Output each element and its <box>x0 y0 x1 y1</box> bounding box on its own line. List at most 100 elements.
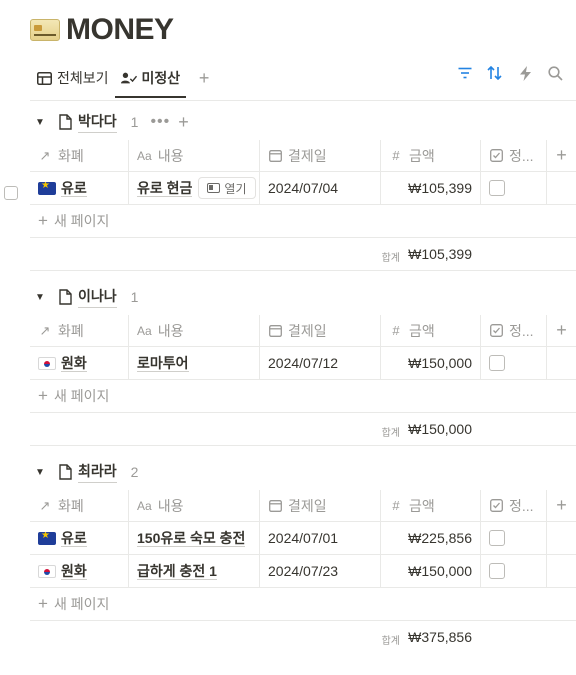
relation-arrow-icon: ↗ <box>39 322 51 338</box>
eu-flag-icon <box>38 181 56 195</box>
column-header-date[interactable]: 결제일 <box>260 140 381 171</box>
sum-row: 합계 ₩375,856 <box>30 621 576 654</box>
column-header-currency[interactable]: ↗ 화폐 <box>30 490 129 521</box>
currency-cell[interactable]: 유로 <box>30 522 129 554</box>
sum-value[interactable]: ₩375,856 <box>408 629 472 645</box>
settled-cell[interactable] <box>481 522 547 554</box>
sum-value[interactable]: ₩150,000 <box>408 421 472 437</box>
group-count: 1 <box>130 289 139 305</box>
column-header-amount[interactable]: # 금액 <box>381 315 481 346</box>
settled-checkbox[interactable] <box>489 180 505 196</box>
table-row[interactable]: 원화 급하게 충전 1 2024/07/23 ₩150,000 <box>30 555 576 588</box>
column-header-date[interactable]: 결제일 <box>260 315 381 346</box>
column-header-amount[interactable]: # 금액 <box>381 140 481 171</box>
empty-cell <box>547 172 576 204</box>
new-page-button[interactable]: + 새 페이지 <box>30 588 576 621</box>
sum-value[interactable]: ₩105,399 <box>408 246 472 262</box>
group-1: ▼ 박다다 1 ••• + ↗화폐 Aa내용 결제일 #금액 정... + 유로… <box>30 105 576 271</box>
collapse-toggle-icon[interactable]: ▼ <box>30 292 50 303</box>
settled-cell[interactable] <box>481 555 547 587</box>
row-select-checkbox[interactable] <box>4 186 18 200</box>
automation-bolt-icon[interactable] <box>516 64 534 82</box>
content-cell[interactable]: 로마투어 <box>129 347 260 379</box>
date-cell[interactable]: 2024/07/12 <box>260 347 381 379</box>
more-options-icon[interactable]: ••• <box>150 113 170 131</box>
kr-flag-icon <box>38 564 56 578</box>
tab-unsettled[interactable]: 미정산 <box>114 62 187 98</box>
tab-unsettled-label: 미정산 <box>141 70 181 86</box>
sum-label: 합계 <box>381 428 400 439</box>
group-name[interactable]: 박다다 <box>78 111 117 133</box>
add-row-button[interactable]: + <box>178 112 189 133</box>
number-hash-icon: # <box>392 323 400 338</box>
sort-icon[interactable] <box>486 64 504 82</box>
content-cell[interactable]: 150유로 숙모 충전 <box>129 522 260 554</box>
tab-all-view[interactable]: 전체보기 <box>30 62 115 94</box>
column-header-settled[interactable]: 정... <box>481 140 547 171</box>
settled-cell[interactable] <box>481 347 547 379</box>
settled-cell[interactable] <box>481 172 547 204</box>
search-icon[interactable] <box>546 64 564 82</box>
collapse-toggle-icon[interactable]: ▼ <box>30 117 50 128</box>
add-view-button[interactable]: + <box>192 66 216 90</box>
table-header-row: ↗ 화폐 Aa 내용 결제일 # 금액 정... + <box>30 314 576 347</box>
table-row[interactable]: 원화 로마투어 2024/07/12 ₩150,000 <box>30 347 576 380</box>
table-icon <box>36 70 52 86</box>
column-header-currency[interactable]: ↗ 화폐 <box>30 315 129 346</box>
settled-checkbox[interactable] <box>489 530 505 546</box>
page-icon <box>56 463 74 481</box>
content-cell[interactable]: 유로 현금 열기 <box>129 172 260 204</box>
group-name[interactable]: 이나나 <box>78 286 117 308</box>
settled-checkbox[interactable] <box>489 355 505 371</box>
column-header-currency[interactable]: ↗ 화폐 <box>30 140 129 171</box>
column-header-settled[interactable]: 정... <box>481 490 547 521</box>
checkbox-icon <box>489 324 503 338</box>
date-cell[interactable]: 2024/07/01 <box>260 522 381 554</box>
amount-cell[interactable]: ₩105,399 <box>381 172 481 204</box>
sum-row: 합계 ₩150,000 <box>30 413 576 446</box>
group-header: ▼ 이나나 1 <box>30 280 576 314</box>
plus-icon: + <box>38 594 48 613</box>
currency-cell[interactable]: 원화 <box>30 347 129 379</box>
group-name[interactable]: 최라라 <box>78 461 117 483</box>
date-cell[interactable]: 2024/07/23 <box>260 555 381 587</box>
add-column-button[interactable]: + <box>547 315 576 346</box>
column-header-date[interactable]: 결제일 <box>260 490 381 521</box>
open-page-button[interactable]: 열기 <box>198 177 256 199</box>
column-header-content[interactable]: Aa 내용 <box>129 315 260 346</box>
page-icon <box>56 288 74 306</box>
content-cell[interactable]: 급하게 충전 1 <box>129 555 260 587</box>
currency-cell[interactable]: 유로 <box>30 172 129 204</box>
sum-row: 합계 ₩105,399 <box>30 238 576 271</box>
column-header-amount[interactable]: # 금액 <box>381 490 481 521</box>
column-header-settled[interactable]: 정... <box>481 315 547 346</box>
calendar-icon <box>268 499 282 513</box>
amount-cell[interactable]: ₩150,000 <box>381 347 481 379</box>
page-icon <box>56 113 74 131</box>
filter-icon[interactable] <box>456 64 474 82</box>
new-page-button[interactable]: + 새 페이지 <box>30 380 576 413</box>
plus-icon: + <box>38 386 48 405</box>
table-row[interactable]: 유로 유로 현금열기 2024/07/04 ₩105,399 <box>30 172 576 205</box>
currency-cell[interactable]: 원화 <box>30 555 129 587</box>
amount-cell[interactable]: ₩150,000 <box>381 555 481 587</box>
group-3: ▼ 최라라 2 ↗화폐 Aa내용 결제일 #금액 정... + 유로 150유로… <box>30 455 576 654</box>
credit-card-icon <box>30 19 60 41</box>
new-page-button[interactable]: + 새 페이지 <box>30 205 576 238</box>
column-header-content[interactable]: Aa 내용 <box>129 490 260 521</box>
empty-cell <box>547 555 576 587</box>
checkbox-icon <box>489 499 503 513</box>
date-cell[interactable]: 2024/07/04 <box>260 172 381 204</box>
column-header-content[interactable]: Aa 내용 <box>129 140 260 171</box>
add-column-button[interactable]: + <box>547 490 576 521</box>
table-row[interactable]: 유로 150유로 숙모 충전 2024/07/01 ₩225,856 <box>30 522 576 555</box>
amount-cell[interactable]: ₩225,856 <box>381 522 481 554</box>
collapse-toggle-icon[interactable]: ▼ <box>30 467 50 478</box>
eu-flag-icon <box>38 531 56 545</box>
settled-checkbox[interactable] <box>489 563 505 579</box>
add-column-button[interactable]: + <box>547 140 576 171</box>
text-type-icon: Aa <box>137 498 152 513</box>
side-peek-icon <box>207 183 221 193</box>
empty-cell <box>547 522 576 554</box>
number-hash-icon: # <box>392 148 400 163</box>
